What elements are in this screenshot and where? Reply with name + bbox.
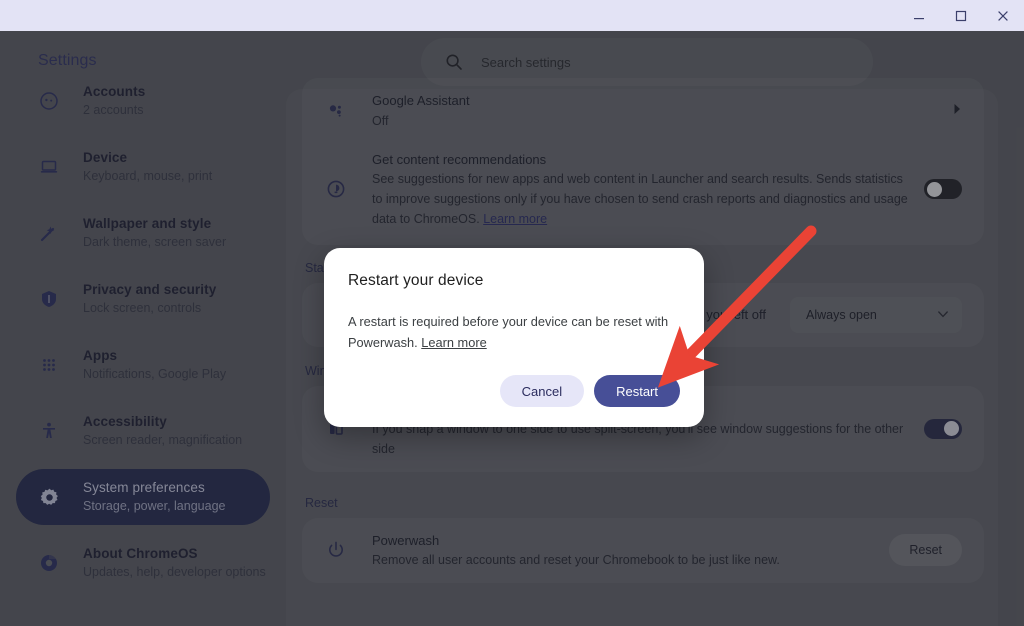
screen: Settings Accounts 2 accounts <box>0 0 1024 626</box>
gear-icon <box>38 486 60 508</box>
sidebar-item-sublabel: Screen reader, magnification <box>83 432 243 447</box>
dialog-learn-more-link[interactable]: Learn more <box>421 335 486 350</box>
row-sublabel-text: See suggestions for new apps and web con… <box>372 172 908 226</box>
sidebar-item-label: Accessibility <box>83 413 167 429</box>
dialog-body-text: A restart is required before your device… <box>348 314 669 350</box>
sidebar-item-label: About ChromeOS <box>83 545 198 561</box>
toggle-knob <box>944 421 959 437</box>
sidebar-item-device[interactable]: Device Keyboard, mouse, print <box>16 139 270 195</box>
dialog-title: Restart your device <box>348 272 484 289</box>
page-title: Settings <box>38 52 97 69</box>
accessibility-icon <box>38 420 60 442</box>
sidebar-item-system-preferences[interactable]: System preferences Storage, power, langu… <box>16 469 270 525</box>
sidebar-item-accessibility[interactable]: Accessibility Screen reader, magnificati… <box>16 403 270 459</box>
cancel-button[interactable]: Cancel <box>499 375 585 408</box>
restart-button[interactable]: Restart <box>594 375 680 408</box>
window-controls <box>898 0 1024 31</box>
sidebar-item-sublabel: Notifications, Google Play <box>83 366 227 381</box>
dialog-actions: Cancel Restart <box>348 375 680 408</box>
sidebar-item-sublabel: Storage, power, language <box>83 498 226 513</box>
laptop-icon <box>38 156 60 178</box>
row-sublabel: See suggestions for new apps and web con… <box>372 169 910 229</box>
row-title: Powerwash <box>372 532 440 548</box>
lightbulb-circle-icon <box>324 179 348 199</box>
sidebar-item-sublabel: Lock screen, controls <box>83 300 202 315</box>
sidebar-item-sublabel: Keyboard, mouse, print <box>83 168 213 183</box>
sidebar-item-label: Privacy and security <box>83 281 217 297</box>
power-icon <box>324 540 348 560</box>
close-icon[interactable] <box>982 0 1024 31</box>
toggle-window-suggestions[interactable] <box>924 418 962 439</box>
row-get-content-recommendations[interactable]: Get content recommendations See suggesti… <box>302 144 984 246</box>
reset-card: Powerwash Remove all user accounts and r… <box>302 517 984 584</box>
shield-icon <box>38 288 60 310</box>
sidebar-item-label: Apps <box>83 347 118 363</box>
sidebar-item-sublabel: 2 accounts <box>83 102 144 117</box>
sidebar-item-about-chromeos[interactable]: About ChromeOS Updates, help, developer … <box>16 535 270 591</box>
sidebar-item-accounts[interactable]: Accounts 2 accounts <box>16 73 270 129</box>
row-powerwash[interactable]: Powerwash Remove all user accounts and r… <box>302 518 984 584</box>
apps-grid-icon <box>38 354 60 376</box>
settings-sidebar: Accounts 2 accounts Device Keyboard, mou… <box>0 84 286 626</box>
toggle-content-recommendations[interactable] <box>924 179 962 200</box>
sidebar-item-label: Device <box>83 149 128 165</box>
row-title: Get content recommendations <box>372 151 547 167</box>
chevron-down-icon <box>938 310 948 320</box>
sidebar-item-sublabel: Updates, help, developer options <box>83 564 266 579</box>
chrome-icon <box>38 552 60 574</box>
sidebar-item-label: System preferences <box>83 479 205 495</box>
row-sublabel: Remove all user accounts and reset your … <box>372 553 780 567</box>
sidebar-item-privacy-and-security[interactable]: Privacy and security Lock screen, contro… <box>16 271 270 327</box>
window-titlebar <box>0 0 1024 31</box>
section-label-reset: Reset <box>305 495 338 510</box>
row-sublabel: Off <box>372 113 389 128</box>
sidebar-item-label: Accounts <box>83 83 146 99</box>
minimize-icon[interactable] <box>898 0 940 31</box>
restart-dialog: Restart your device A restart is require… <box>324 248 704 428</box>
assistant-dots-icon <box>324 101 348 121</box>
sidebar-item-wallpaper-and-style[interactable]: Wallpaper and style Dark theme, screen s… <box>16 205 270 261</box>
powerwash-reset-button[interactable]: Reset <box>889 534 962 567</box>
chevron-right-icon[interactable] <box>953 103 962 118</box>
dialog-body: A restart is required before your device… <box>348 312 680 353</box>
sidebar-item-label: Wallpaper and style <box>83 215 212 231</box>
search-input[interactable] <box>481 54 853 70</box>
account-circle-icon <box>38 90 60 112</box>
row-google-assistant[interactable]: Google Assistant Off <box>302 78 984 144</box>
learn-more-link[interactable]: Learn more <box>483 212 547 226</box>
sidebar-item-sublabel: Dark theme, screen saver <box>83 234 227 249</box>
wand-icon <box>38 222 60 244</box>
toggle-knob <box>927 181 942 197</box>
maximize-icon[interactable] <box>940 0 982 31</box>
sidebar-item-apps[interactable]: Apps Notifications, Google Play <box>16 337 270 393</box>
row-title: Google Assistant <box>372 93 470 108</box>
select-value: Always open <box>806 308 877 322</box>
search-icon <box>445 53 463 71</box>
startup-behavior-select[interactable]: Always open <box>790 297 962 333</box>
search-and-assistant-card: Google Assistant Off Get content recomme… <box>302 78 984 245</box>
